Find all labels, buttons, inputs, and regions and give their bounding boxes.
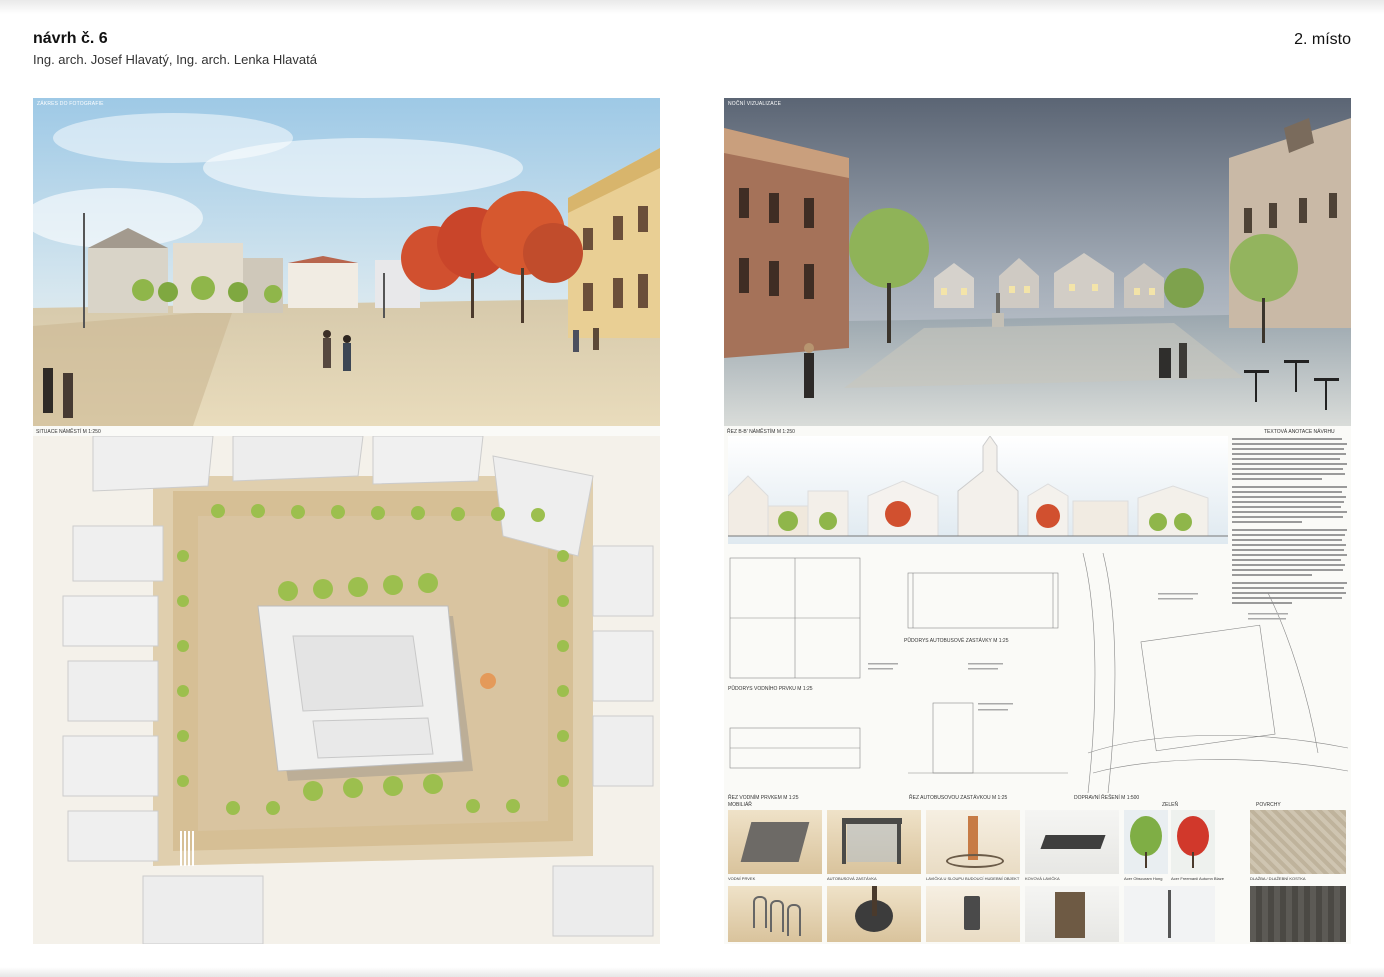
left-sheet: ZÁKRES DO FOTOGRAFIE SITUACE NÁMĚSTÍ M 1… [33, 98, 660, 944]
water-section-label: ŘEZ VODNÍM PRVKEM M 1:25 [728, 795, 799, 801]
plan-label: SITUACE NÁMĚSTÍ M 1:250 [36, 429, 101, 435]
bike-rack-swatch [728, 886, 822, 942]
tree-green-swatch [1124, 810, 1168, 874]
site-plan [33, 435, 660, 944]
dark-surface-swatch [1250, 886, 1346, 942]
bus-stop-swatch [827, 810, 921, 874]
tree-grate-swatch [827, 886, 921, 942]
tree2-label: Acer Freemanii Autumn Blaze [1171, 876, 1224, 881]
surface-label: DLAŽBA / DLAŽEBNÍ KOSTKA [1250, 876, 1306, 881]
surfaces-heading: POVRCHY [1256, 802, 1281, 808]
page-title: návrh č. 6 [33, 30, 108, 47]
street-section [727, 435, 1228, 544]
water-plan-label: PŮDORYS VODNÍHO PRVKU M 1:25 [728, 686, 813, 692]
bottom-shade [0, 967, 1384, 977]
tree1-label: Acer Obscuram Hong [1124, 876, 1163, 881]
bus-section-label: ŘEZ AUTOBUSOVOU ZASTÁVKOU M 1:25 [909, 795, 1008, 801]
greenery-heading: ZELEŇ [1162, 802, 1179, 808]
info-board-swatch [1025, 886, 1119, 942]
tree-red-swatch [1171, 810, 1215, 874]
street-lamp-swatch [1124, 886, 1215, 942]
authors: Ing. arch. Josef Hlavatý, Ing. arch. Len… [33, 52, 317, 67]
surface-swatch [1250, 810, 1346, 874]
technical-drawings [728, 552, 1349, 794]
furniture-heading: MOBILIÁŘ [728, 802, 752, 808]
section-label: ŘEZ B-B' NÁMĚSTÍM M 1:250 [727, 429, 795, 435]
bus-stop-label: AUTOBUSOVÁ ZASTÁVKA [827, 876, 877, 881]
daytime-visualization: ZÁKRES DO FOTOGRAFIE [33, 98, 660, 426]
right-sheet: NOČNÍ VIZUALIZACE ŘEZ B-B' NÁMĚSTÍM M 1:… [724, 98, 1351, 944]
text-heading: TEXTOVÁ ANOTACE NÁVRHU [1264, 429, 1335, 435]
photo-label: ZÁKRES DO FOTOGRAFIE [37, 101, 104, 107]
bench-label: KOVOVÁ LAVIČKA [1025, 876, 1060, 881]
traffic-label: DOPRAVNÍ ŘEŠENÍ M 1:500 [1074, 795, 1140, 801]
water-feature-swatch [728, 810, 822, 874]
top-shade [0, 0, 1384, 14]
lamp-swatch [926, 810, 1020, 874]
bus-plan-label: PŮDORYS AUTOBUSOVÉ ZASTÁVKY M 1:25 [904, 638, 1009, 644]
night-visualization: NOČNÍ VIZUALIZACE [724, 98, 1351, 426]
water-label: VODNÍ PRVEK [728, 876, 756, 881]
placement: 2. místo [1294, 31, 1351, 48]
bin-swatch [926, 886, 1020, 942]
bench-swatch [1025, 810, 1119, 874]
lamp-label: LAVIČKA U SLOUPU BUDOUCÍ HUDEBNÍ OBJEKT [926, 876, 1020, 881]
photo-label: NOČNÍ VIZUALIZACE [728, 101, 782, 107]
